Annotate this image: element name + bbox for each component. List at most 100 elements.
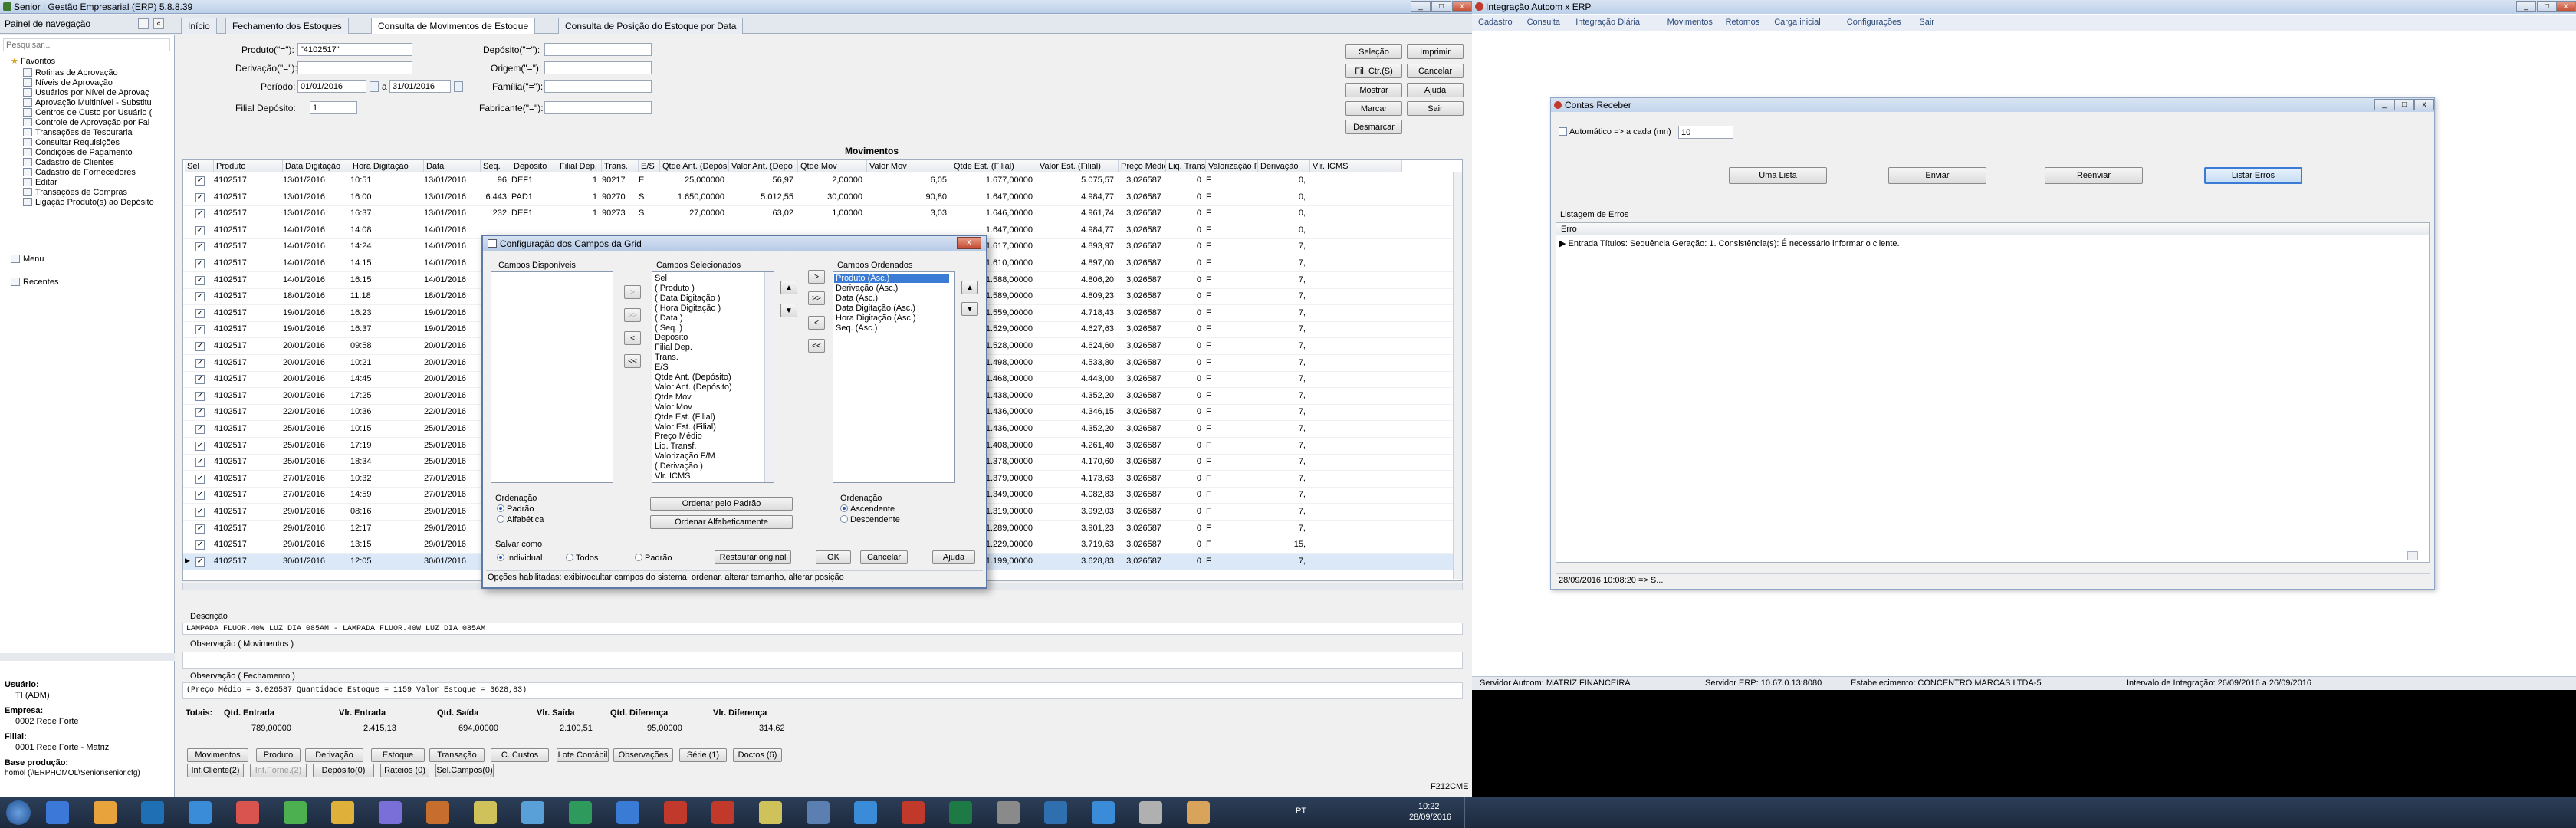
descendente-radio[interactable]: Descendente [840, 515, 900, 524]
sidebar-item-favorite[interactable]: Cadastro de Fornecedores [23, 168, 136, 177]
ordenar-padrao-button[interactable]: Ordenar pelo Padrão [650, 497, 793, 511]
bottom-tab-button[interactable]: Série (1) [679, 748, 727, 762]
selecao-button[interactable]: Seleção [1346, 44, 1402, 59]
add-order-button[interactable]: > [808, 270, 825, 284]
dialog-close-button[interactable]: x [957, 237, 981, 249]
bottom-info-button[interactable]: Rateios (0) [380, 764, 429, 777]
tab-consulta-movimentos[interactable]: Consulta de Movimentos de Estoque [371, 18, 536, 34]
row-checkbox[interactable]: ✓ [196, 342, 205, 351]
desmarcar-button[interactable]: Desmarcar [1346, 120, 1402, 134]
grid-column-header[interactable]: Valor Ant. (Depó [729, 160, 798, 172]
grid-column-header[interactable]: Seq. [481, 160, 511, 172]
start-button-icon[interactable] [6, 800, 31, 825]
periodo-from-input[interactable] [297, 80, 366, 93]
tab-fechamento[interactable]: Fechamento dos Estoques [225, 18, 349, 34]
menu-item[interactable]: Carga inicial [1774, 18, 1821, 27]
taskbar-app-icon[interactable] [379, 801, 402, 824]
table-row[interactable]: ✓ 4102517 13/01/2016 16:00 13/01/2016 6.443 PA… [183, 190, 1462, 206]
bottom-info-button[interactable]: Depósito(0) [313, 764, 374, 777]
sidebar-item-favorite[interactable]: Rotinas de Aprovação [23, 68, 118, 77]
sidebar-item-favorite[interactable]: Controle de Aprovação por Fai [23, 118, 150, 127]
ordenados-list[interactable]: Produto (Asc.) Derivação (Asc.) Data (Asc.… [833, 271, 955, 483]
list-item[interactable]: Data Digitação (Asc.) [836, 304, 915, 313]
ordenar-alfa-button[interactable]: Ordenar Alfabeticamente [650, 515, 793, 529]
listar-erros-button[interactable]: Listar Erros [2204, 167, 2302, 184]
taskbar-app-icon[interactable] [236, 801, 259, 824]
taskbar-excel-icon[interactable] [949, 801, 972, 824]
remove-all-order-button[interactable]: << [808, 339, 825, 353]
grid-column-header[interactable]: Vlr. ICMS [1310, 160, 1402, 172]
row-checkbox[interactable]: ✓ [196, 225, 205, 235]
bottom-tab-button[interactable]: Lote Contábil [557, 748, 609, 762]
tab-consulta-posicao[interactable]: Consulta de Posição do Estoque por Data [558, 18, 744, 34]
row-checkbox[interactable]: ✓ [196, 441, 205, 451]
auto-checkbox[interactable]: Automático => a cada (mn) [1559, 127, 1671, 136]
calendar-icon[interactable] [454, 81, 463, 92]
sidebar-item-favorite[interactable]: Editar [23, 178, 58, 187]
minimize-button[interactable]: _ [2516, 1, 2536, 12]
row-checkbox[interactable]: ✓ [196, 557, 205, 567]
sidebar-item-favorite[interactable]: Cadastro de Clientes [23, 158, 114, 167]
table-row[interactable]: ✓ 4102517 13/01/2016 16:37 13/01/2016 232 DEF1… [183, 206, 1462, 223]
dialog-ok-button[interactable]: OK [816, 550, 851, 564]
taskbar-app-icon[interactable] [284, 801, 307, 824]
list-item[interactable]: ( Seq. ) [655, 324, 682, 333]
sidebar-item-favorite[interactable]: Consultar Requisições [23, 138, 120, 147]
sidebar-item-favorite[interactable]: Aprovação Multinível - Substitu [23, 98, 152, 107]
list-item[interactable]: Trans. [655, 353, 678, 362]
list-item[interactable]: Filial Dep. [655, 343, 692, 352]
reenviar-button[interactable]: Reenviar [2045, 167, 2143, 184]
grid-column-header[interactable]: Valorização F/M [1206, 160, 1258, 172]
taskbar-folder-icon[interactable] [331, 801, 354, 824]
row-checkbox[interactable]: ✓ [196, 308, 205, 318]
list-item[interactable]: Hora Digitação (Asc.) [836, 314, 916, 323]
tab-inicio[interactable]: Início [181, 18, 217, 34]
bottom-tab-button[interactable]: Produto [256, 748, 301, 762]
menu-item[interactable]: Movimentos [1668, 18, 1713, 27]
sidebar-item-favorite[interactable]: Usuários por Nível de Aprovaç [23, 88, 150, 97]
row-checkbox[interactable]: ✓ [196, 491, 205, 501]
taskbar-app-icon[interactable] [616, 801, 639, 824]
nav-search-input[interactable] [3, 38, 170, 51]
list-item[interactable]: Liq. Transf. [655, 442, 696, 451]
familia-input[interactable] [544, 80, 652, 93]
sidebar-item-favorite[interactable]: Ligação Produto(s) ao Depósito [23, 198, 154, 207]
list-item[interactable]: Data (Asc.) [836, 294, 878, 303]
selecionados-list[interactable]: Sel( Produto )( Data Digitação )( Hora D… [652, 271, 774, 483]
remove-order-button[interactable]: < [808, 316, 825, 330]
taskbar-app-icon[interactable] [521, 801, 544, 824]
list-item[interactable]: Qtde Mov [655, 393, 692, 402]
maximize-button[interactable]: □ [1431, 1, 1451, 12]
taskbar-outlook-icon[interactable] [141, 801, 164, 824]
menu-item[interactable]: Configurações [1847, 18, 1901, 27]
taskbar-app-icon[interactable] [807, 801, 830, 824]
deposito-input[interactable] [544, 43, 652, 56]
row-checkbox[interactable]: ✓ [196, 242, 205, 252]
row-checkbox[interactable]: ✓ [196, 358, 205, 368]
list-item[interactable]: Produto (Asc.) [834, 274, 949, 283]
taskbar-app-icon[interactable] [854, 801, 877, 824]
cancelar-button[interactable]: Cancelar [1407, 64, 1464, 78]
sidebar-item-favorite[interactable]: Centros de Custo por Usuário ( [23, 108, 152, 117]
bottom-tab-button[interactable]: C. Custos [491, 748, 549, 762]
ordenacao-alfa-radio[interactable]: Alfabética [497, 515, 544, 524]
remove-all-fields-button[interactable]: << [624, 354, 641, 368]
taskbar-pdf-icon[interactable] [711, 801, 734, 824]
row-checkbox[interactable]: ✓ [196, 408, 205, 418]
grid-column-header[interactable]: Qtde Ant. (Depósito) [660, 160, 729, 172]
list-item[interactable]: Valor Est. (Filial) [655, 422, 716, 432]
row-checkbox[interactable]: ✓ [196, 458, 205, 468]
bottom-tab-button[interactable]: Doctos (6) [733, 748, 782, 762]
list-item[interactable]: ( Data Digitação ) [655, 294, 721, 303]
grid-column-header[interactable]: Data [424, 160, 481, 172]
menu-item[interactable]: Sair [1919, 18, 1934, 27]
taskbar-app-icon[interactable] [1092, 801, 1115, 824]
grid-column-header[interactable]: Qtde Est. (Filial) [951, 160, 1037, 172]
dialog-help-button[interactable]: Ajuda [932, 550, 975, 564]
grid-column-header[interactable]: Sel [185, 160, 214, 172]
ordenacao-padrao-radio[interactable]: Padrão [497, 504, 534, 514]
row-checkbox[interactable]: ✓ [196, 325, 205, 335]
maximize-button[interactable]: □ [2537, 1, 2557, 12]
taskbar-ie-icon[interactable] [46, 801, 69, 824]
grid-column-header[interactable]: Hora Digitação [350, 160, 424, 172]
